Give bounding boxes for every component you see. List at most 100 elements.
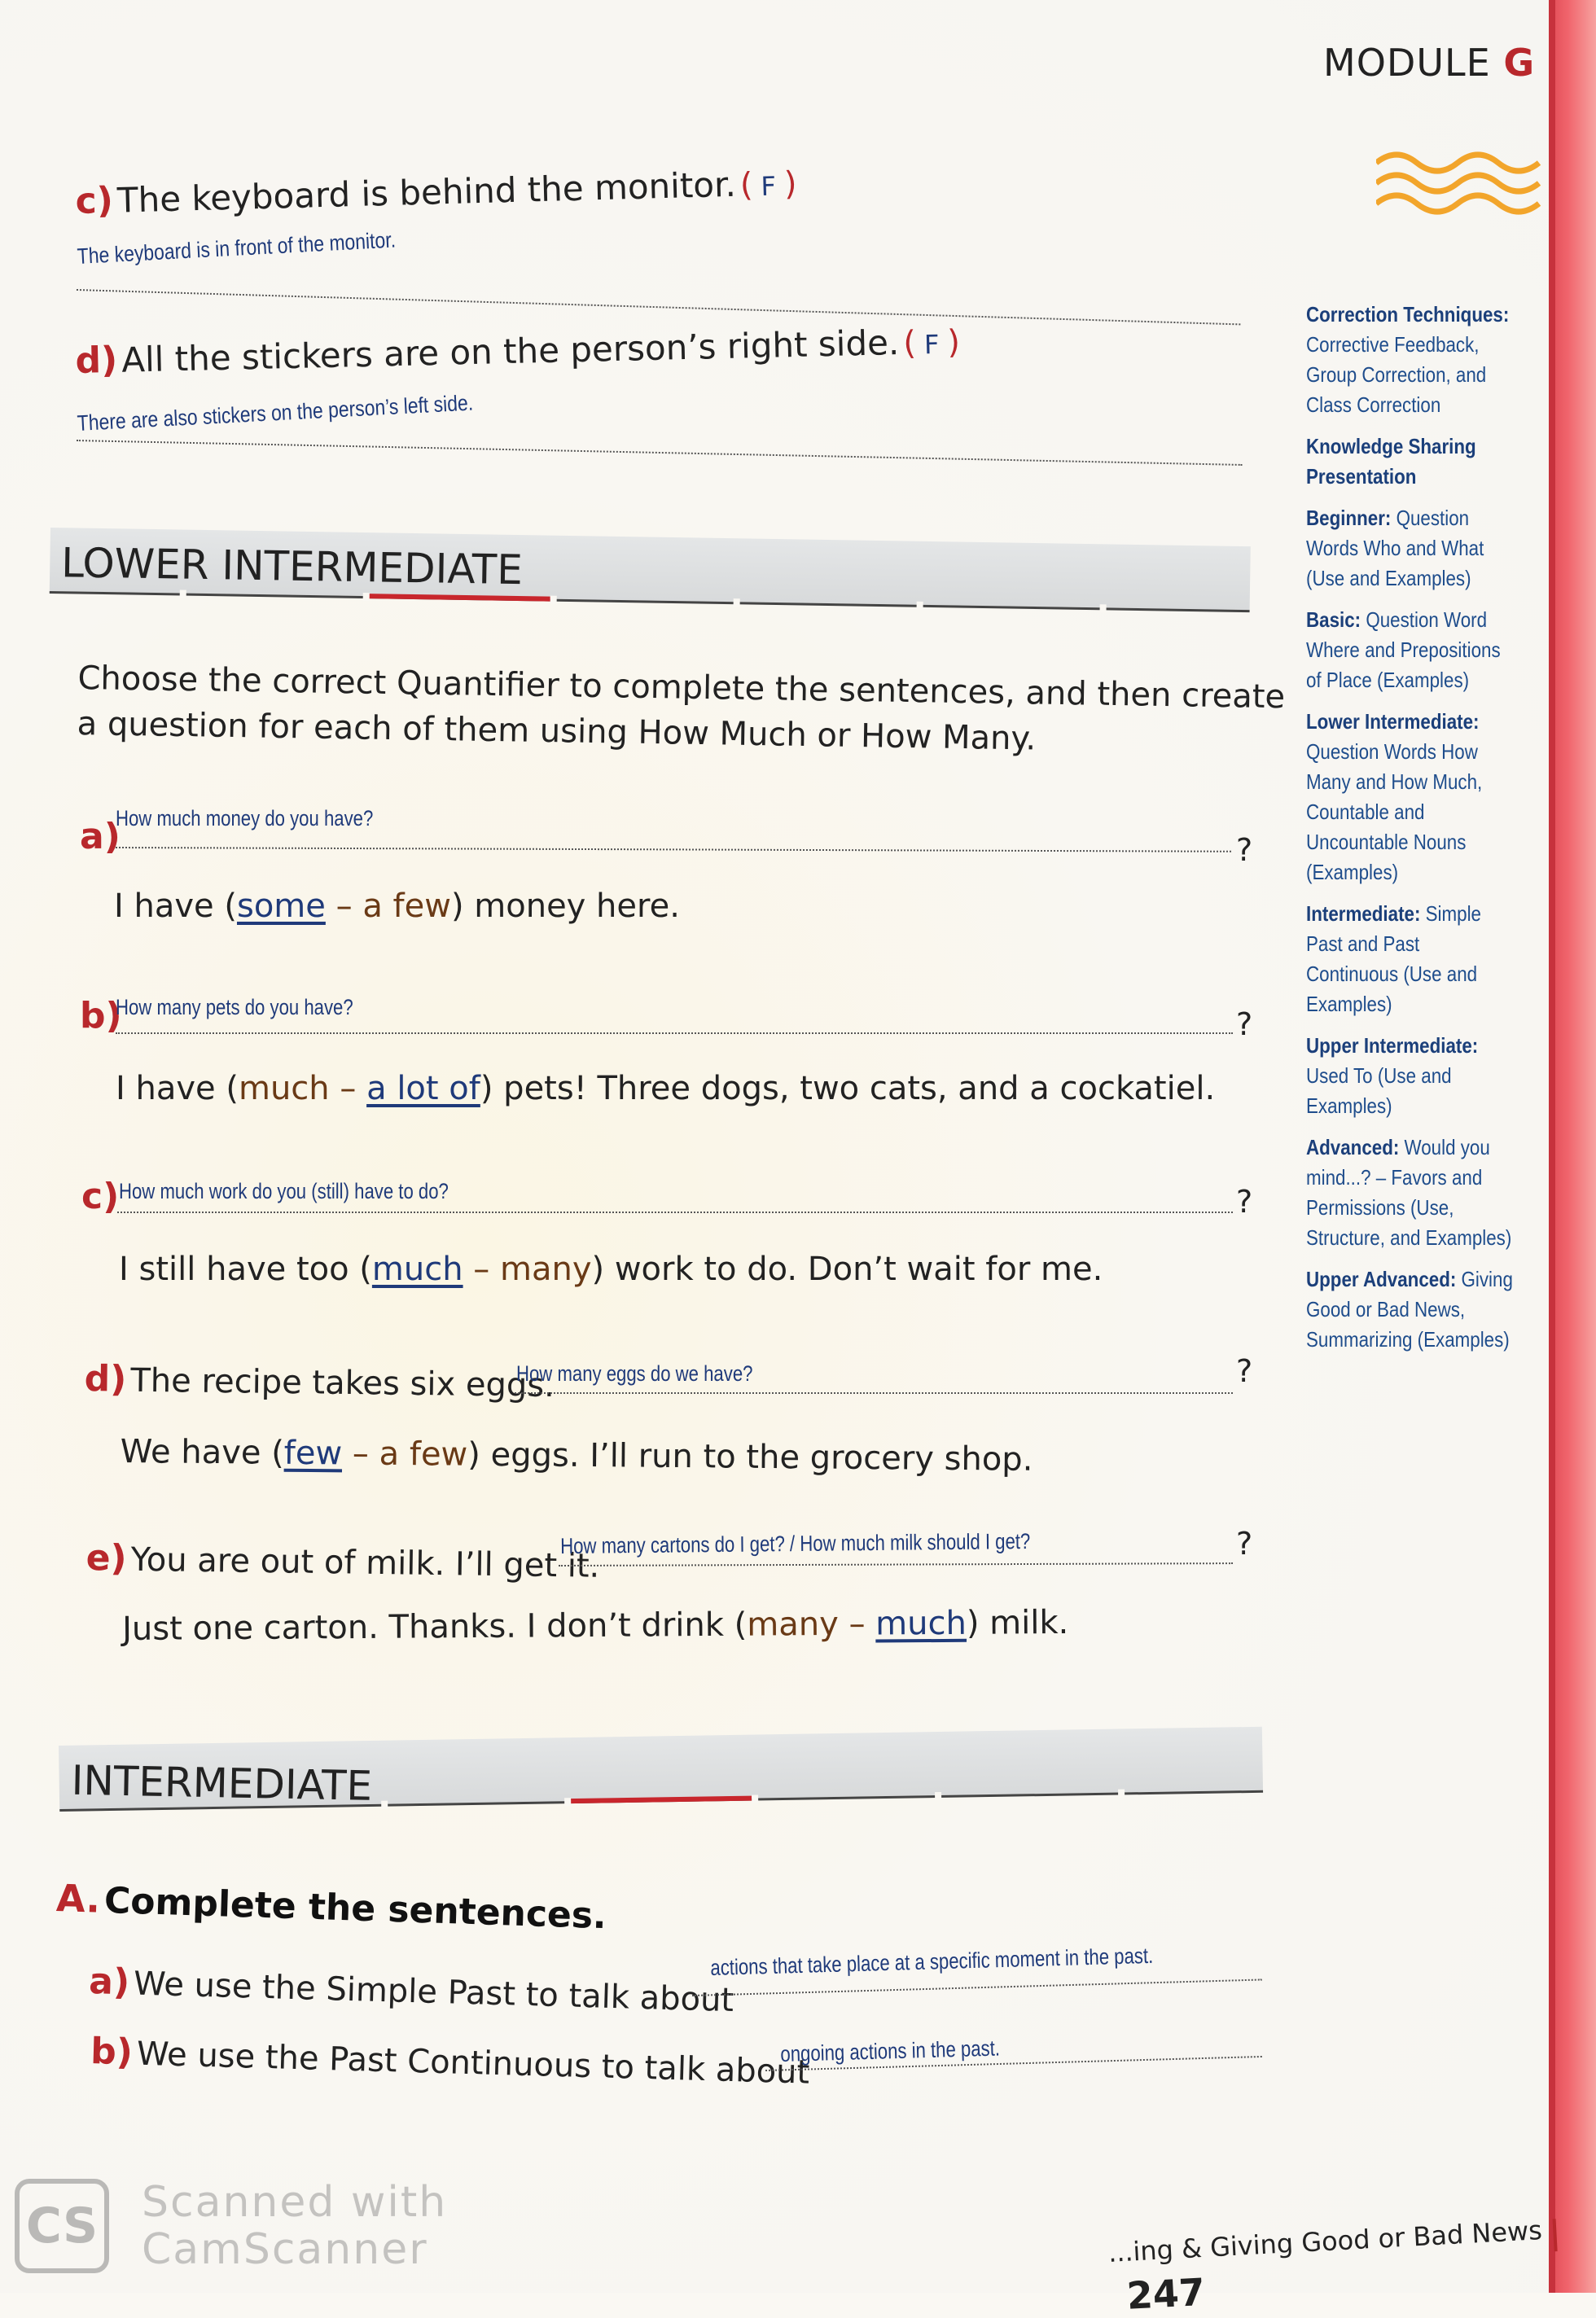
item-label: c) xyxy=(81,1176,120,1217)
band-divider xyxy=(916,601,923,610)
quantifier-item-d: d) The recipe takes six eggs. xyxy=(84,1358,555,1405)
sentence-text: We have ( xyxy=(120,1433,284,1472)
tf-item-label: c) xyxy=(75,179,114,222)
band-divider xyxy=(564,1798,572,1807)
section-title: LOWER INTERMEDIATE xyxy=(60,539,524,594)
sidebar-entry: Knowledge Sharing Presentation xyxy=(1306,432,1516,492)
page-edge-red-stripe xyxy=(1549,0,1596,2293)
section-label: A. xyxy=(55,1876,101,1921)
item-label: d) xyxy=(84,1358,127,1400)
question-mark: ? xyxy=(1236,1526,1253,1562)
question-mark: ? xyxy=(1236,1006,1253,1042)
answer-line xyxy=(515,1392,1233,1394)
sidebar-entry: Advanced: Would you mind...? – Favors an… xyxy=(1306,1133,1516,1253)
item-label: b) xyxy=(90,2031,134,2074)
answer-line xyxy=(117,1212,1233,1213)
module-word: MODULE xyxy=(1323,41,1491,85)
page-edge-red-line xyxy=(1549,0,1555,2293)
tf-answer-box: (F) xyxy=(902,323,961,362)
sidebar-entry-body: Question Words How Many and How Much, Co… xyxy=(1306,739,1483,884)
sidebar-entry-head: Intermediate: xyxy=(1306,901,1421,926)
sidebar-entry: Lower Intermediate: Question Words How M… xyxy=(1306,707,1516,887)
quantifier-sentence: Just one carton. Thanks. I don’t drink (… xyxy=(122,1604,1068,1648)
sidebar-entry-head: Correction Techniques: xyxy=(1306,302,1510,326)
item-prefix: You are out of milk. I’ll get it. xyxy=(130,1540,600,1585)
module-letter: G xyxy=(1503,41,1536,85)
sidebar-entry-body: Used To (Use and Examples) xyxy=(1306,1063,1452,1118)
question-answer: How many eggs do we have? xyxy=(516,1361,753,1386)
sidebar-entry-head: Knowledge Sharing Presentation xyxy=(1306,434,1476,489)
quantifier-option: much xyxy=(238,1070,330,1107)
tf-mark: F xyxy=(923,328,940,361)
sentence-text: ) pets! Three dogs, two cats, and a cock… xyxy=(480,1070,1216,1107)
item-label: a) xyxy=(88,1961,130,2004)
item-label: e) xyxy=(86,1537,127,1580)
band-divider xyxy=(752,1794,759,1803)
band-divider xyxy=(733,598,740,607)
quantifier-option: a few xyxy=(379,1435,468,1474)
camscanner-logo-icon: CS xyxy=(15,2179,109,2273)
tf-item-label: d) xyxy=(75,339,118,382)
quantifier-option-chosen: much xyxy=(875,1604,967,1643)
item-prefix: The recipe takes six eggs. xyxy=(130,1361,555,1405)
band-divider xyxy=(1099,604,1107,613)
sidebar-topics: Correction Techniques: Corrective Feedba… xyxy=(1306,300,1526,1366)
band-divider xyxy=(550,595,557,604)
question-mark: ? xyxy=(1236,832,1253,868)
question-answer: How many cartons do I get? / How much mi… xyxy=(560,1528,1031,1558)
sidebar-entry-head: Advanced: xyxy=(1306,1135,1400,1159)
sidebar-entry: Beginner: Question Words Who and What (U… xyxy=(1306,503,1516,594)
watermark-line: CamScanner xyxy=(142,2225,428,2274)
sentence-text: I have ( xyxy=(114,887,237,925)
band-divider xyxy=(1118,1789,1125,1798)
sentence-text: ) money here. xyxy=(450,887,680,925)
sentence-text: Just one carton. Thanks. I don’t drink ( xyxy=(122,1606,748,1648)
band-divider xyxy=(179,589,186,598)
option-separator: – xyxy=(463,1251,501,1288)
quantifier-option: a few xyxy=(362,887,451,925)
question-mark: ? xyxy=(1236,1353,1253,1389)
quantifier-sentence: I have (much – a lot of) pets! Three dog… xyxy=(116,1070,1215,1107)
watermark-line: Scanned with xyxy=(142,2178,448,2227)
sidebar-entry: Basic: Question Word Where and Prepositi… xyxy=(1306,605,1516,695)
sidebar-entry-head: Lower Intermediate: xyxy=(1306,709,1480,734)
band-divider xyxy=(362,593,370,602)
wave-decoration-icon xyxy=(1376,151,1541,215)
quantifier-option-chosen: few xyxy=(283,1434,343,1473)
section-title: INTERMEDIATE xyxy=(71,1756,373,1810)
sidebar-entry-head: Upper Advanced: xyxy=(1306,1267,1457,1291)
quantifier-sentence: I still have too (much – many) work to d… xyxy=(119,1251,1103,1288)
tf-mark: F xyxy=(761,170,777,202)
quantifier-sentence: We have (few – a few) eggs. I’ll run to … xyxy=(121,1433,1033,1479)
answer-line xyxy=(116,1032,1233,1034)
sentence-text: ) milk. xyxy=(966,1603,1069,1642)
sidebar-entry-head: Beginner: xyxy=(1306,506,1392,530)
quantifier-item-e: e) You are out of milk. I’ll get it. xyxy=(86,1537,599,1586)
watermark-text: Scanned with CamScanner xyxy=(142,2179,447,2273)
option-separator: – xyxy=(329,1070,367,1107)
band-divider xyxy=(381,1800,388,1809)
sidebar-entry-head: Upper Intermediate: xyxy=(1306,1033,1479,1058)
quantifier-option: many xyxy=(747,1605,839,1644)
module-header: MODULE G xyxy=(1323,41,1535,85)
item-label: a) xyxy=(80,816,121,857)
option-separator: – xyxy=(838,1605,876,1643)
question-answer: How much work do you (still) have to do? xyxy=(119,1179,449,1203)
question-mark: ? xyxy=(1236,1184,1253,1220)
footer-separator xyxy=(1552,2218,1559,2251)
quantifier-sentence: I have (some – a few) money here. xyxy=(114,887,680,925)
sidebar-entry: Upper Advanced: Giving Good or Bad News,… xyxy=(1306,1264,1516,1355)
question-answer: How many pets do you have? xyxy=(116,995,353,1019)
quantifier-option-chosen: much xyxy=(371,1251,463,1288)
tf-answer-box: (F) xyxy=(739,164,798,204)
page-number: 247 xyxy=(1125,2269,1207,2318)
sentence-text: I still have too ( xyxy=(119,1251,372,1288)
sidebar-entry-head: Basic: xyxy=(1306,607,1361,632)
sidebar-entry-body: Corrective Feedback, Group Correction, a… xyxy=(1306,332,1487,417)
quantifier-item-a: a) xyxy=(80,816,121,857)
option-separator: – xyxy=(341,1435,379,1473)
quantifier-option: many xyxy=(500,1251,592,1288)
option-separator: – xyxy=(325,887,363,925)
question-answer: How much money do you have? xyxy=(116,806,374,830)
quantifier-option-chosen: some xyxy=(236,887,326,925)
